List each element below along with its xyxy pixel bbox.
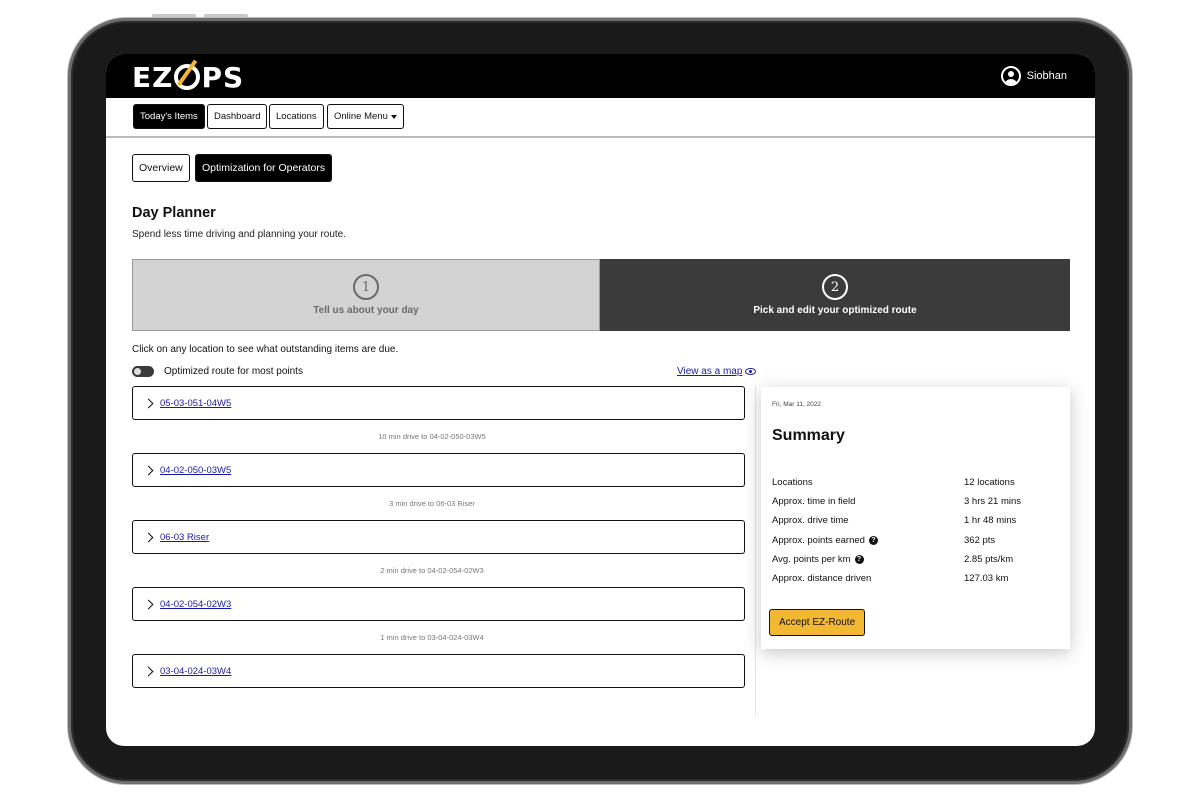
summary-label: Approx. drive time [772, 515, 964, 526]
nav-label: Online Menu [334, 111, 388, 122]
user-avatar-icon [1000, 66, 1021, 86]
eye-icon [745, 368, 757, 375]
summary-card: Fri, Mar 11, 2022 Summary Locations 12 l… [761, 387, 1070, 649]
location-link[interactable]: 05-03-051-04W5 [160, 398, 231, 409]
summary-label-text: Avg. points per km [772, 553, 851, 565]
route-item[interactable]: 04-02-054-02W3 [132, 587, 745, 621]
toggle-label: Optimized route for most points [164, 366, 303, 377]
route-list: 05-03-051-04W5 10 min drive to 04-02-050… [132, 386, 746, 716]
nav-label: Dashboard [214, 111, 261, 122]
location-link[interactable]: 04-02-050-03W5 [160, 465, 231, 476]
top-bar: EZ PS Siobhan [106, 54, 1095, 98]
step-tell-us[interactable]: 1 Tell us about your day [132, 259, 600, 331]
divider [755, 386, 756, 716]
location-link[interactable]: 04-02-054-02W3 [160, 599, 231, 610]
summary-row: Locations 12 locations [772, 473, 1062, 492]
user-menu[interactable]: Siobhan [1000, 66, 1067, 86]
stepper: 1 Tell us about your day 2 Pick and edit… [132, 259, 1070, 331]
chevron-right-icon [143, 532, 154, 542]
location-link[interactable]: 06-03 Riser [160, 532, 209, 543]
summary-value: 12 locations [964, 477, 1015, 489]
route-item[interactable]: 03-04-024-03W4 [132, 654, 745, 688]
help-icon[interactable]: ? [868, 535, 878, 545]
chevron-right-icon [143, 599, 154, 609]
page-subtitle: Spend less time driving and planning you… [132, 229, 347, 240]
summary-label-text: Approx. points earned [772, 534, 865, 546]
summary-value: 362 pts [964, 534, 996, 546]
summary-row: Approx. distance driven 127.03 km [772, 569, 1062, 588]
optimized-route-toggle-row: Optimized route for most points [132, 366, 303, 377]
view-as-map-link[interactable]: View as a map [677, 366, 757, 377]
summary-label: Locations [772, 477, 964, 488]
nav-online-menu[interactable]: Online Menu [327, 104, 404, 129]
map-link-label: View as a map [677, 366, 743, 377]
chevron-right-icon [143, 465, 154, 475]
summary-label: Avg. points per km ? [772, 554, 964, 565]
route-item[interactable]: 06-03 Riser [132, 520, 745, 554]
nav-todays-items[interactable]: Today's Items [133, 104, 205, 129]
chevron-right-icon [143, 666, 154, 676]
logo-compass-icon [174, 64, 201, 90]
summary-label-text: Approx. time in field [772, 496, 856, 508]
app-screen: EZ PS Siobhan Today's Items Dashboard Loc… [106, 54, 1095, 746]
summary-label: Approx. time in field [772, 496, 964, 507]
user-name: Siobhan [1026, 70, 1067, 82]
nav-label: Today's Items [140, 111, 198, 122]
drive-time-text: 10 min drive to 04-02-050-03W5 [378, 432, 486, 441]
ezops-logo[interactable]: EZ PS [132, 61, 244, 94]
nav-dashboard[interactable]: Dashboard [207, 104, 268, 129]
location-link[interactable]: 03-04-024-03W4 [160, 666, 231, 677]
summary-value: 3 hrs 21 mins [964, 496, 1022, 508]
caret-down-icon [390, 114, 397, 119]
page-title: Day Planner [132, 205, 216, 221]
summary-value: 127.03 km [964, 573, 1009, 585]
summary-table: Locations 12 locations Approx. time in f… [772, 473, 1062, 588]
accept-ez-route-button[interactable]: Accept EZ-Route [769, 609, 866, 636]
summary-value: 1 hr 48 mins [964, 515, 1017, 527]
summary-label-text: Approx. drive time [772, 515, 849, 527]
summary-row: Approx. points earned ? 362 pts [772, 531, 1062, 550]
tab-label: Optimization for Operators [202, 162, 326, 174]
route-item[interactable]: 05-03-051-04W5 [132, 386, 745, 420]
step-label: Pick and edit your optimized route [753, 305, 917, 316]
instructions-text: Click on any location to see what outsta… [132, 344, 399, 355]
help-icon[interactable]: ? [854, 554, 864, 564]
summary-title: Summary [772, 427, 845, 444]
step-pick-route[interactable]: 2 Pick and edit your optimized route [600, 259, 1070, 331]
tab-optimization[interactable]: Optimization for Operators [195, 154, 333, 182]
drive-time-text: 2 min drive to 04-02-054-02W3 [380, 566, 484, 575]
optimized-route-toggle[interactable] [132, 366, 154, 377]
summary-label-text: Locations [772, 477, 813, 489]
step-label: Tell us about your day [313, 305, 419, 316]
step-number: 2 [822, 274, 848, 300]
nav-locations[interactable]: Locations [269, 104, 324, 129]
chevron-right-icon [143, 398, 154, 408]
tab-label: Overview [139, 162, 183, 174]
drive-time-text: 3 min drive to 06-03 Riser [389, 499, 475, 508]
summary-row: Approx. drive time 1 hr 48 mins [772, 511, 1062, 530]
summary-label: Approx. distance driven [772, 573, 964, 584]
tab-overview[interactable]: Overview [132, 154, 190, 182]
summary-date: Fri, Mar 11, 2022 [772, 401, 822, 408]
summary-label: Approx. points earned ? [772, 535, 964, 546]
route-item[interactable]: 04-02-050-03W5 [132, 453, 745, 487]
nav-label: Locations [276, 111, 317, 122]
main-nav: Today's Items Dashboard Locations Online… [106, 98, 1095, 138]
summary-label-text: Approx. distance driven [772, 573, 872, 585]
summary-value: 2.85 pts/km [964, 553, 1014, 565]
summary-row: Approx. time in field 3 hrs 21 mins [772, 492, 1062, 511]
summary-row: Avg. points per km ? 2.85 pts/km [772, 550, 1062, 569]
drive-time-text: 1 min drive to 03-04-024-03W4 [380, 633, 484, 642]
step-number: 1 [353, 274, 379, 300]
